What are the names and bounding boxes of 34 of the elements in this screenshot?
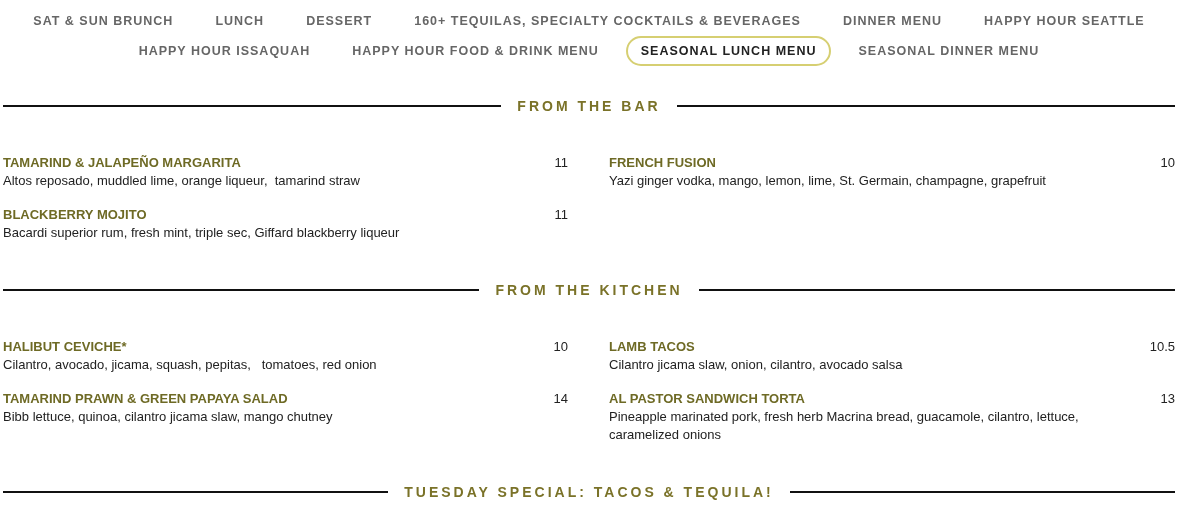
item-name: HALIBUT CEVICHE* xyxy=(3,338,127,356)
item-description: Bacardi superior rum, fresh mint, triple sec, Giffard blackberry liqueur xyxy=(3,224,401,242)
item-name: TAMARIND PRAWN & GREEN PAPAYA SALAD xyxy=(3,390,288,408)
item-price: 10.5 xyxy=(1149,338,1175,356)
item-description: Pineapple marinated pork, fresh herb Macrina bread, guacamole, cilantro, lettuce, caramelized onions xyxy=(609,408,1080,444)
section-title: FROM THE BAR xyxy=(517,98,661,114)
item-description: Cilantro jicama slaw, onion, cilantro, avocado salsa xyxy=(609,356,904,374)
item-price: 10 xyxy=(553,338,568,356)
item-description: Bibb lettuce, quinoa, cilantro jicama slaw, mango chutney xyxy=(3,408,334,426)
menu-tab[interactable]: DINNER MENU xyxy=(827,6,958,36)
menu-tab[interactable]: HAPPY HOUR SEATTLE xyxy=(969,6,1160,36)
menu-tab[interactable]: SEASONAL LUNCH MENU xyxy=(625,36,832,66)
section-title: FROM THE KITCHEN xyxy=(495,282,683,298)
menu-tab[interactable]: LUNCH xyxy=(200,6,280,36)
item-description: Cilantro, avocado, jicama, squash, pepitas, tomatoes, red onion xyxy=(3,356,378,374)
item-price: 14 xyxy=(553,390,568,408)
menu-tab[interactable]: SEASONAL DINNER MENU xyxy=(843,36,1055,66)
item-name: TAMARIND & JALAPEÑO MARGARITA xyxy=(3,154,241,172)
item-description: Altos reposado, muddled lime, orange liqueur, tamarind straw xyxy=(3,172,361,190)
menu-tab[interactable]: HAPPY HOUR FOOD & DRINK MENU xyxy=(337,36,614,66)
item-price: 10 xyxy=(1160,154,1175,172)
menu-tab[interactable]: 160+ TEQUILAS, SPECIALTY COCKTAILS & BEVERAGES xyxy=(399,6,816,36)
item-name: LAMB TACOS xyxy=(609,338,695,356)
item-name: BLACKBERRY MOJITO xyxy=(3,206,147,224)
item-name: AL PASTOR SANDWICH TORTA xyxy=(609,390,805,408)
menu-tab[interactable]: HAPPY HOUR ISSAQUAH xyxy=(123,36,326,66)
item-price: 11 xyxy=(554,154,568,172)
item-description: Yazi ginger vodka, mango, lemon, lime, St. Germain, champagne, grapefruit xyxy=(609,172,1047,190)
item-name: FRENCH FUSION xyxy=(609,154,716,172)
section-title: TUESDAY SPECIAL: TACOS & TEQUILA! xyxy=(404,484,774,500)
item-price: 13 xyxy=(1160,390,1175,408)
menu-tab[interactable]: SAT & SUN BRUNCH xyxy=(18,6,189,36)
item-price: 11 xyxy=(554,206,568,224)
menu-tab[interactable]: DESSERT xyxy=(291,6,388,36)
